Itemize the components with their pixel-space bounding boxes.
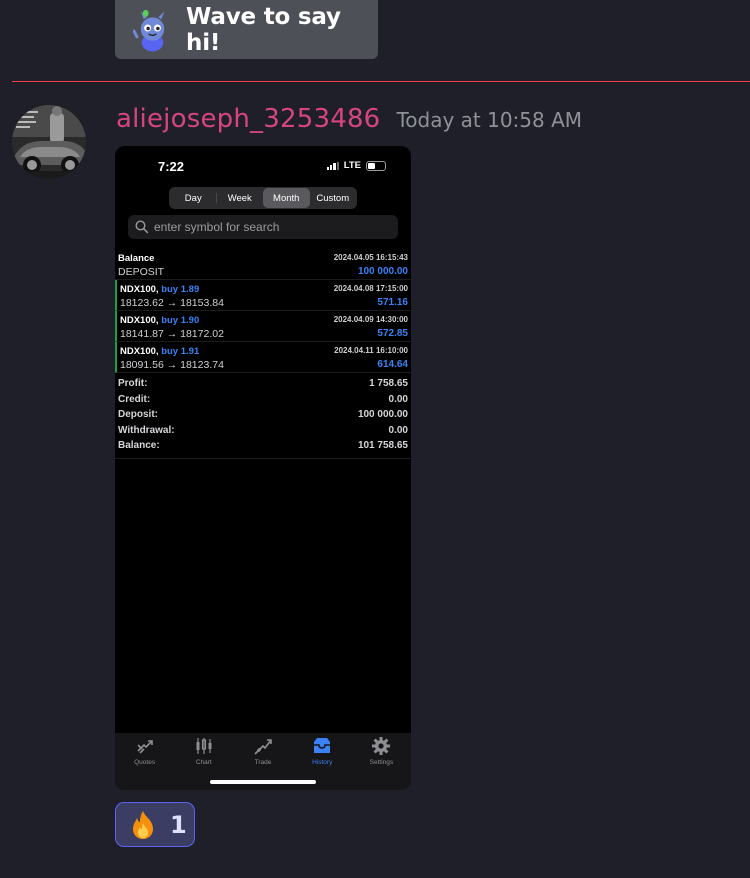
tab-label: Quotes xyxy=(134,759,156,766)
new-messages-divider xyxy=(12,81,750,82)
message-header: aliejoseph_3253486 Today at 10:58 AM xyxy=(116,104,582,134)
summary-value: 101 758.65 xyxy=(357,440,408,451)
tab-settings[interactable]: Settings xyxy=(352,733,411,790)
battery-icon xyxy=(366,160,386,171)
row-amount: 100 000.00 xyxy=(357,266,408,277)
home-indicator xyxy=(210,780,316,784)
row-detail: 18091.56 → 18123.74 xyxy=(120,359,224,371)
summary-profit: Profit: 1 758.65 xyxy=(115,377,411,393)
period-segmented-control: Day Week Month Custom xyxy=(169,187,357,209)
row-side: buy 1.90 xyxy=(161,315,200,326)
history-list: Balance 2024.04.05 16:15:43 DEPOSIT 100 … xyxy=(115,249,411,373)
summary-label: Withdrawal: xyxy=(118,424,175,436)
quotes-icon xyxy=(137,740,153,754)
row-date: 2024.04.09 14:30:00 xyxy=(333,315,408,324)
row-detail: 18141.87 → 18172.02 xyxy=(120,328,224,340)
summary-label: Credit: xyxy=(118,393,151,405)
history-icon xyxy=(314,738,331,753)
wave-button-label: Wave to say hi! xyxy=(186,3,341,56)
wave-to-say-hi-button[interactable]: Wave to say hi! xyxy=(115,0,378,59)
summary-label: Profit: xyxy=(118,378,148,389)
row-amount: 571.16 xyxy=(377,297,408,308)
row-title: NDX100, buy 1.89 xyxy=(120,284,199,295)
message-timestamp: Today at 10:58 AM xyxy=(396,108,583,132)
segment-custom[interactable]: Custom xyxy=(310,188,357,208)
summary-withdrawal: Withdrawal: 0.00 xyxy=(115,424,411,440)
row-title: NDX100, buy 1.90 xyxy=(120,315,199,326)
search-input[interactable] xyxy=(154,220,398,234)
summary-balance: Balance: 101 758.65 xyxy=(115,439,411,455)
user-avatar-car-icon xyxy=(12,105,86,179)
tab-label: Settings xyxy=(369,759,394,766)
tab-label: Trade xyxy=(254,759,272,766)
fire-reaction-button[interactable]: 1 xyxy=(115,802,195,847)
wumpus-wave-sticker-icon xyxy=(133,9,165,51)
segment-day[interactable]: Day xyxy=(170,188,217,208)
row-date: 2024.04.05 16:15:43 xyxy=(333,253,408,262)
status-bar: 7:22 LTE xyxy=(115,146,411,182)
network-type: LTE xyxy=(343,160,361,171)
summary-deposit: Deposit: 100 000.00 xyxy=(115,408,411,424)
row-date: 2024.04.11 16:10:00 xyxy=(334,346,408,355)
status-time: 7:22 xyxy=(158,159,185,174)
history-row-deal[interactable]: NDX100, buy 1.91 2024.04.11 16:10:00 180… xyxy=(115,342,411,373)
row-symbol: NDX100, xyxy=(120,315,159,326)
summary-value: 1 758.65 xyxy=(369,378,408,389)
reaction-count: 1 xyxy=(170,810,187,839)
summary-value: 0.00 xyxy=(388,424,408,436)
row-title: NDX100, buy 1.91 xyxy=(120,346,199,357)
row-symbol: Balance xyxy=(118,253,155,264)
trade-icon xyxy=(254,739,272,755)
row-title: Balance xyxy=(118,253,154,264)
tab-label: Chart xyxy=(195,759,212,766)
segment-week[interactable]: Week xyxy=(217,188,264,208)
history-summary: Profit: 1 758.65 Credit: 0.00 Deposit: 100 … xyxy=(115,377,411,459)
username[interactable]: aliejoseph_3253486 xyxy=(116,104,380,134)
row-symbol: NDX100, xyxy=(120,346,159,357)
segment-month[interactable]: Month xyxy=(263,188,310,208)
row-amount: 614.64 xyxy=(377,359,408,370)
chart-icon xyxy=(196,738,212,754)
row-date: 2024.04.08 17:15:00 xyxy=(333,284,408,293)
summary-label: Deposit: xyxy=(118,409,158,420)
row-amount: 572.85 xyxy=(377,328,408,339)
status-indicators: LTE xyxy=(327,160,386,171)
summary-value: 0.00 xyxy=(388,393,408,405)
history-row-balance[interactable]: Balance 2024.04.05 16:15:43 DEPOSIT 100 … xyxy=(115,249,411,280)
search-icon xyxy=(135,220,149,234)
symbol-search-bar[interactable] xyxy=(128,215,398,239)
row-side: buy 1.91 xyxy=(161,346,200,357)
summary-credit: Credit: 0.00 xyxy=(115,393,411,409)
row-detail: DEPOSIT xyxy=(118,266,165,278)
settings-icon xyxy=(372,737,391,755)
history-row-deal[interactable]: NDX100, buy 1.90 2024.04.09 14:30:00 181… xyxy=(115,311,411,342)
summary-label: Balance: xyxy=(118,440,160,451)
fire-icon xyxy=(133,810,153,839)
avatar[interactable] xyxy=(12,105,86,179)
tab-quotes[interactable]: Quotes xyxy=(115,733,174,790)
row-detail: 18123.62 → 18153.84 xyxy=(120,297,224,309)
cellular-signal-icon xyxy=(327,161,339,170)
tab-label: History xyxy=(312,759,333,766)
history-row-deal[interactable]: NDX100, buy 1.89 2024.04.08 17:15:00 181… xyxy=(115,280,411,311)
image-attachment[interactable]: 7:22 LTE Day Week Month Custom Balance 2… xyxy=(115,146,411,790)
row-symbol: NDX100, xyxy=(120,284,159,295)
row-side: buy 1.89 xyxy=(161,284,200,295)
summary-value: 100 000.00 xyxy=(357,409,408,420)
